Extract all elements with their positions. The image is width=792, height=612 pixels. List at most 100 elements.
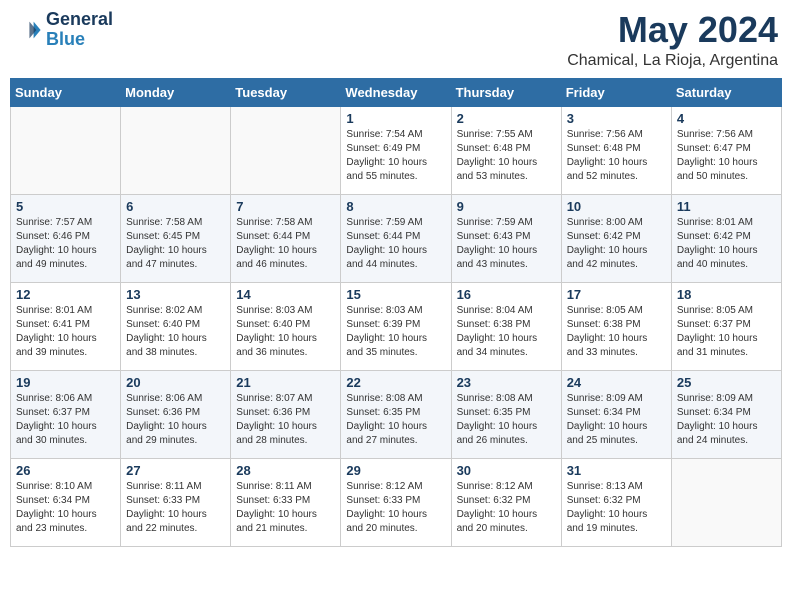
weekday-header-monday: Monday [121, 78, 231, 106]
calendar-cell: 21 Sunrise: 8:07 AMSunset: 6:36 PMDayligh… [231, 370, 341, 458]
weekday-header-sunday: Sunday [11, 78, 121, 106]
day-info: Sunrise: 8:13 AMSunset: 6:32 PMDaylight:… [567, 480, 666, 536]
calendar-week-row: 12 Sunrise: 8:01 AMSunset: 6:41 PMDayligh… [11, 282, 782, 370]
month-title: May 2024 [567, 10, 778, 50]
calendar-cell: 6 Sunrise: 7:58 AMSunset: 6:45 PMDaylight… [121, 194, 231, 282]
day-number: 28 [236, 463, 335, 478]
calendar-cell: 7Sunrise: 7:58 AMSunset: 6:44 PMDaylight… [231, 194, 341, 282]
calendar-cell: 26 Sunrise: 8:10 AMSunset: 6:34 PMDayligh… [11, 458, 121, 546]
day-info: Sunrise: 8:11 AMSunset: 6:33 PMDaylight:… [236, 480, 335, 536]
day-info: Sunrise: 7:59 AMSunset: 6:43 PMDaylight:… [457, 216, 556, 272]
day-info: Sunrise: 7:54 AMSunset: 6:49 PMDaylight:… [346, 128, 445, 184]
calendar-cell: 5 Sunrise: 7:57 AMSunset: 6:46 PMDaylight… [11, 194, 121, 282]
title-block: May 2024 Chamical, La Rioja, Argentina [567, 10, 778, 70]
day-info: Sunrise: 8:06 AMSunset: 6:36 PMDaylight:… [126, 392, 225, 448]
calendar-cell [231, 106, 341, 194]
weekday-header-wednesday: Wednesday [341, 78, 451, 106]
calendar-cell: 24Sunrise: 8:09 AMSunset: 6:34 PMDayligh… [561, 370, 671, 458]
weekday-header-friday: Friday [561, 78, 671, 106]
day-info: Sunrise: 7:58 AMSunset: 6:45 PMDaylight:… [126, 216, 225, 272]
day-info: Sunrise: 8:12 AMSunset: 6:33 PMDaylight:… [346, 480, 445, 536]
calendar-cell: 17 Sunrise: 8:05 AMSunset: 6:38 PMDayligh… [561, 282, 671, 370]
day-number: 29 [346, 463, 445, 478]
day-info: Sunrise: 8:04 AMSunset: 6:38 PMDaylight:… [457, 304, 556, 360]
day-number: 14 [236, 287, 335, 302]
day-number: 20 [126, 375, 225, 390]
day-info: Sunrise: 8:03 AMSunset: 6:40 PMDaylight:… [236, 304, 335, 360]
day-info: Sunrise: 8:07 AMSunset: 6:36 PMDaylight:… [236, 392, 335, 448]
calendar-cell [671, 458, 781, 546]
day-info: Sunrise: 8:05 AMSunset: 6:38 PMDaylight:… [567, 304, 666, 360]
day-number: 5 [16, 199, 115, 214]
day-info: Sunrise: 8:08 AMSunset: 6:35 PMDaylight:… [457, 392, 556, 448]
calendar-cell: 30 Sunrise: 8:12 AMSunset: 6:32 PMDayligh… [451, 458, 561, 546]
day-number: 10 [567, 199, 666, 214]
day-info: Sunrise: 8:11 AMSunset: 6:33 PMDaylight:… [126, 480, 225, 536]
calendar-cell: 12 Sunrise: 8:01 AMSunset: 6:41 PMDayligh… [11, 282, 121, 370]
day-number: 4 [677, 111, 776, 126]
day-info: Sunrise: 7:59 AMSunset: 6:44 PMDaylight:… [346, 216, 445, 272]
day-info: Sunrise: 7:57 AMSunset: 6:46 PMDaylight:… [16, 216, 115, 272]
calendar-cell: 2Sunrise: 7:55 AMSunset: 6:48 PMDaylight… [451, 106, 561, 194]
day-number: 30 [457, 463, 556, 478]
calendar-cell: 9 Sunrise: 7:59 AMSunset: 6:43 PMDaylight… [451, 194, 561, 282]
calendar-cell [121, 106, 231, 194]
day-info: Sunrise: 8:03 AMSunset: 6:39 PMDaylight:… [346, 304, 445, 360]
day-info: Sunrise: 7:56 AMSunset: 6:48 PMDaylight:… [567, 128, 666, 184]
calendar-week-row: 5 Sunrise: 7:57 AMSunset: 6:46 PMDaylight… [11, 194, 782, 282]
page-header: General Blue May 2024 Chamical, La Rioja… [10, 10, 782, 70]
day-info: Sunrise: 8:00 AMSunset: 6:42 PMDaylight:… [567, 216, 666, 272]
day-number: 9 [457, 199, 556, 214]
day-number: 6 [126, 199, 225, 214]
day-info: Sunrise: 8:10 AMSunset: 6:34 PMDaylight:… [16, 480, 115, 536]
day-number: 19 [16, 375, 115, 390]
weekday-header-row: SundayMondayTuesdayWednesdayThursdayFrid… [11, 78, 782, 106]
calendar-cell: 29 Sunrise: 8:12 AMSunset: 6:33 PMDayligh… [341, 458, 451, 546]
calendar-cell: 28 Sunrise: 8:11 AMSunset: 6:33 PMDayligh… [231, 458, 341, 546]
location-subtitle: Chamical, La Rioja, Argentina [567, 52, 778, 70]
day-number: 21 [236, 375, 335, 390]
calendar-cell: 25Sunrise: 8:09 AMSunset: 6:34 PMDayligh… [671, 370, 781, 458]
calendar-cell: 16Sunrise: 8:04 AMSunset: 6:38 PMDayligh… [451, 282, 561, 370]
weekday-header-tuesday: Tuesday [231, 78, 341, 106]
day-number: 11 [677, 199, 776, 214]
calendar-week-row: 19Sunrise: 8:06 AMSunset: 6:37 PMDayligh… [11, 370, 782, 458]
calendar-cell: 4Sunrise: 7:56 AMSunset: 6:47 PMDaylight… [671, 106, 781, 194]
day-info: Sunrise: 8:12 AMSunset: 6:32 PMDaylight:… [457, 480, 556, 536]
calendar-week-row: 1 Sunrise: 7:54 AMSunset: 6:49 PMDaylight… [11, 106, 782, 194]
calendar-cell: 19Sunrise: 8:06 AMSunset: 6:37 PMDayligh… [11, 370, 121, 458]
calendar-cell: 15Sunrise: 8:03 AMSunset: 6:39 PMDayligh… [341, 282, 451, 370]
calendar-cell: 27 Sunrise: 8:11 AMSunset: 6:33 PMDayligh… [121, 458, 231, 546]
day-info: Sunrise: 8:02 AMSunset: 6:40 PMDaylight:… [126, 304, 225, 360]
calendar-cell: 1 Sunrise: 7:54 AMSunset: 6:49 PMDaylight… [341, 106, 451, 194]
day-number: 18 [677, 287, 776, 302]
calendar-cell: 11 Sunrise: 8:01 AMSunset: 6:42 PMDayligh… [671, 194, 781, 282]
day-number: 13 [126, 287, 225, 302]
calendar-cell: 3 Sunrise: 7:56 AMSunset: 6:48 PMDaylight… [561, 106, 671, 194]
day-number: 3 [567, 111, 666, 126]
day-number: 23 [457, 375, 556, 390]
day-number: 26 [16, 463, 115, 478]
day-number: 17 [567, 287, 666, 302]
day-number: 24 [567, 375, 666, 390]
calendar-cell: 8Sunrise: 7:59 AMSunset: 6:44 PMDaylight… [341, 194, 451, 282]
day-info: Sunrise: 8:09 AMSunset: 6:34 PMDaylight:… [677, 392, 776, 448]
calendar-cell: 20 Sunrise: 8:06 AMSunset: 6:36 PMDayligh… [121, 370, 231, 458]
day-info: Sunrise: 8:08 AMSunset: 6:35 PMDaylight:… [346, 392, 445, 448]
calendar-cell [11, 106, 121, 194]
day-info: Sunrise: 8:01 AMSunset: 6:42 PMDaylight:… [677, 216, 776, 272]
day-number: 1 [346, 111, 445, 126]
calendar-cell: 31 Sunrise: 8:13 AMSunset: 6:32 PMDayligh… [561, 458, 671, 546]
weekday-header-saturday: Saturday [671, 78, 781, 106]
day-number: 27 [126, 463, 225, 478]
day-number: 12 [16, 287, 115, 302]
calendar-cell: 10 Sunrise: 8:00 AMSunset: 6:42 PMDayligh… [561, 194, 671, 282]
day-number: 31 [567, 463, 666, 478]
logo: General Blue [14, 10, 113, 50]
calendar-cell: 14 Sunrise: 8:03 AMSunset: 6:40 PMDayligh… [231, 282, 341, 370]
logo-text: General Blue [46, 10, 113, 50]
day-info: Sunrise: 8:01 AMSunset: 6:41 PMDaylight:… [16, 304, 115, 360]
day-info: Sunrise: 8:05 AMSunset: 6:37 PMDaylight:… [677, 304, 776, 360]
calendar-week-row: 26 Sunrise: 8:10 AMSunset: 6:34 PMDayligh… [11, 458, 782, 546]
weekday-header-thursday: Thursday [451, 78, 561, 106]
